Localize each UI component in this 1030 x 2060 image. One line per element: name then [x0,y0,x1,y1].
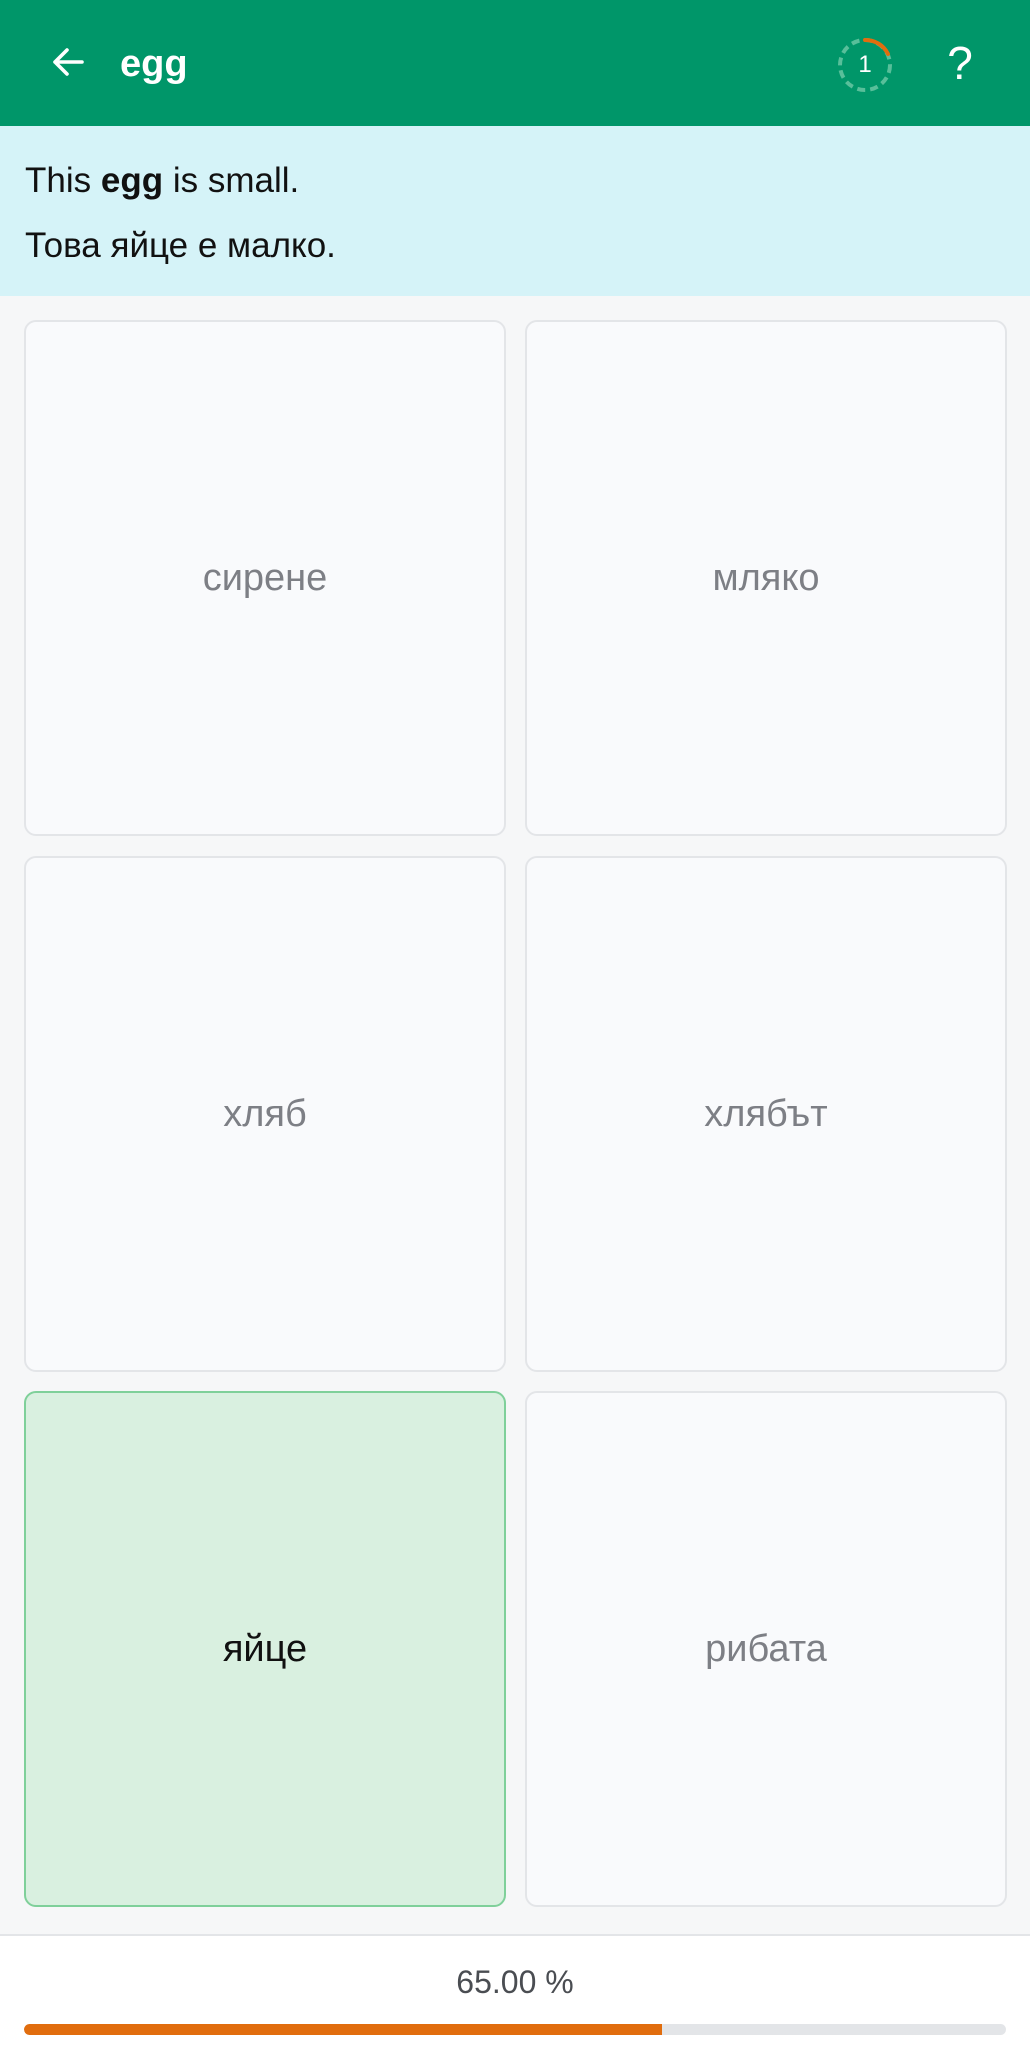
page-title: egg [120,43,188,85]
bulgarian-sentence: Това яйце е малко. [25,226,336,265]
answer-option[interactable]: рибата [525,1391,1007,1907]
progress-percentage: 65.00 % [456,1964,574,2000]
answer-option[interactable]: сирене [24,320,506,836]
progress-footer: 65.00 % [0,1934,1030,2060]
progress-count: 1 [858,51,872,78]
highlighted-word: egg [100,161,164,200]
sentence-prefix: This [25,161,101,200]
english-sentence: This egg is small. [25,156,299,206]
session-progress-indicator[interactable]: 1 [836,36,894,94]
example-sentence-panel: This egg is small. Това яйце е малко. [0,126,1030,296]
arrow-left-icon [53,48,84,76]
app-screen: egg 1 ? This egg is small. Това яйце е м… [0,0,1030,2060]
top-app-bar: egg 1 ? [0,0,1030,126]
answer-option[interactable]: мляко [525,320,1007,836]
help-button[interactable]: ? [930,30,990,96]
back-button[interactable] [34,28,102,96]
answer-option[interactable]: хлябът [525,856,1007,1372]
answer-option[interactable]: хляб [24,856,506,1372]
progress-bar-fill [24,2024,663,2035]
progress-bar [24,2024,1006,2035]
answer-option-correct[interactable]: яйце [24,1391,506,1907]
sentence-suffix: is small. [163,161,300,200]
